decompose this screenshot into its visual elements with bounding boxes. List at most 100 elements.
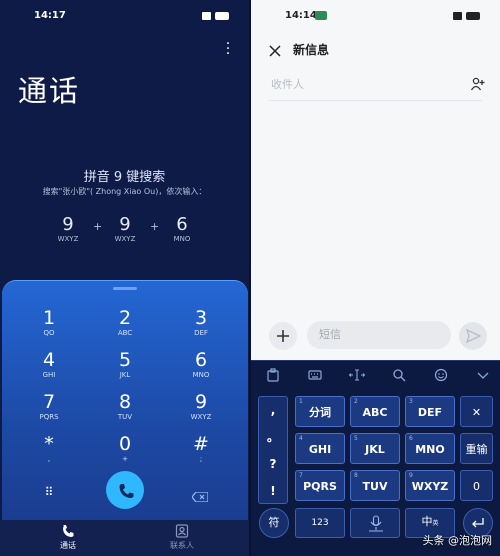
dial-key-0[interactable]: 0 +: [95, 433, 155, 473]
example-digit: 9: [119, 214, 131, 235]
plus-icon: [277, 330, 289, 342]
t9-key-8[interactable]: 8 TUV: [350, 470, 400, 501]
key-label: GHI: [308, 443, 332, 456]
keyboard-toolbar: [251, 361, 500, 391]
key-digit: 8: [118, 391, 132, 413]
dialer-screen: 14:17 · · · 通话 拼音 9 键搜索 搜索"张小欧"( Zhong Xia…: [0, 0, 249, 556]
symbol-key[interactable]: 符: [259, 508, 289, 538]
key-digit: 5: [118, 349, 132, 371]
watermark: 头条 @泡泡网: [422, 534, 493, 547]
dial-key-hash[interactable]: #;: [171, 433, 231, 473]
example-digit: 6: [176, 214, 188, 235]
search-icon[interactable]: [391, 368, 407, 384]
status-time: 14:17: [34, 10, 66, 21]
key-letters: ;: [199, 455, 203, 463]
key-letters: +: [122, 455, 128, 463]
notification-icon: [315, 11, 327, 20]
pinyin-search-hint-title: 拼音 9 键搜索: [83, 170, 166, 185]
key-label: WXYZ: [411, 480, 449, 493]
drag-handle[interactable]: [113, 287, 137, 290]
add-contact-icon[interactable]: [470, 76, 486, 92]
key-letters: JKL: [119, 371, 131, 379]
lang-primary: 中: [421, 515, 433, 528]
space-mic-key[interactable]: [350, 508, 400, 538]
tab-contacts[interactable]: 联系人: [152, 524, 212, 551]
t9-key-2[interactable]: 2 ABC: [350, 396, 400, 427]
example-key: 9 WXYZ: [105, 214, 145, 243]
punct-question[interactable]: ?: [259, 451, 287, 478]
numeric-key[interactable]: 123: [295, 508, 345, 538]
tab-calls[interactable]: 通话: [38, 524, 98, 551]
dial-key-star[interactable]: *,: [19, 433, 79, 473]
status-bar: 14:14: [251, 10, 500, 24]
t9-key-5[interactable]: 5 JKL: [350, 433, 400, 464]
clipboard-icon[interactable]: [265, 368, 281, 384]
reenter-key[interactable]: 重输: [460, 433, 493, 464]
emoji-icon[interactable]: [433, 368, 449, 384]
key-letters: QO: [43, 329, 55, 337]
example-letters: MNO: [173, 235, 191, 243]
zero-key[interactable]: 0: [460, 470, 493, 501]
key-number: 1: [299, 398, 303, 405]
sim-icon: [202, 12, 211, 20]
t9-key-4[interactable]: 4 GHI: [295, 433, 345, 464]
more-options-icon[interactable]: · · ·: [225, 37, 231, 61]
key-number: 3: [409, 398, 413, 405]
t9-key-3[interactable]: 3 DEF: [405, 396, 455, 427]
punctuation-column[interactable]: , 。 ? !: [258, 396, 288, 504]
key-number: 4: [299, 435, 303, 442]
pinyin-search-hint-subtitle: 搜索"张小欧"( Zhong Xiao Ou)，依次输入：: [42, 187, 207, 196]
cursor-move-icon[interactable]: [348, 368, 366, 384]
key-label: 分词: [309, 406, 331, 419]
keypad-toggle-icon[interactable]: ⠿: [42, 485, 56, 499]
key-letters: TUV: [117, 413, 133, 421]
dial-key-8[interactable]: 8 TUV: [95, 391, 155, 431]
key-label: MNO: [415, 443, 445, 456]
contacts-icon: [175, 524, 189, 538]
attach-button[interactable]: [269, 322, 297, 350]
phone-icon: [63, 525, 74, 537]
t9-key-1[interactable]: 1 分词: [295, 396, 345, 427]
key-label: JKL: [365, 443, 385, 456]
dial-key-6[interactable]: 6 MNO: [171, 349, 231, 389]
keyboard-icon[interactable]: [307, 368, 323, 384]
dial-key-2[interactable]: 2 ABC: [95, 307, 155, 347]
backspace-icon[interactable]: [191, 487, 209, 503]
send-button[interactable]: [459, 322, 487, 350]
key-digit: *: [44, 433, 54, 455]
t9-key-9[interactable]: 9 WXYZ: [405, 470, 455, 501]
key-digit: 4: [42, 349, 56, 371]
key-letters: MNO: [192, 371, 210, 379]
dial-key-7[interactable]: 7 PQRS: [19, 391, 79, 431]
t9-key-6[interactable]: 6 MNO: [405, 433, 455, 464]
dial-key-5[interactable]: 5 JKL: [95, 349, 155, 389]
microphone-icon: [369, 515, 383, 532]
dial-key-1[interactable]: 1 QO: [19, 307, 79, 347]
t9-key-7[interactable]: 7 PQRS: [295, 470, 345, 501]
collapse-keyboard-icon[interactable]: [475, 368, 491, 384]
key-number: 5: [354, 435, 358, 442]
call-button[interactable]: [106, 471, 144, 509]
tab-calls-label: 通话: [60, 541, 76, 550]
recipient-field[interactable]: 收件人: [271, 76, 304, 92]
punct-exclaim[interactable]: !: [259, 478, 287, 505]
example-digit: 9: [62, 214, 74, 235]
punct-comma[interactable]: ,: [259, 397, 287, 424]
punct-period[interactable]: 。: [259, 424, 287, 451]
key-label: PQRS: [303, 480, 337, 493]
delete-key[interactable]: ✕: [460, 396, 493, 427]
dial-key-9[interactable]: 9 WXYZ: [171, 391, 231, 431]
key-letters: DEF: [194, 329, 208, 337]
status-bar: 14:17: [0, 10, 249, 24]
close-icon[interactable]: [269, 42, 281, 57]
dial-key-3[interactable]: 3 DEF: [171, 307, 231, 347]
example-key: 9 WXYZ: [48, 214, 88, 243]
key-label: ABC: [362, 406, 388, 419]
example-plus: +: [93, 220, 103, 233]
dial-key-4[interactable]: 4 GHI: [19, 349, 79, 389]
key-letters: PQRS: [39, 413, 59, 421]
message-input[interactable]: 短信: [307, 321, 451, 349]
phone-icon: [119, 484, 134, 498]
key-letters: WXYZ: [190, 413, 212, 421]
key-digit: 2: [118, 307, 132, 329]
